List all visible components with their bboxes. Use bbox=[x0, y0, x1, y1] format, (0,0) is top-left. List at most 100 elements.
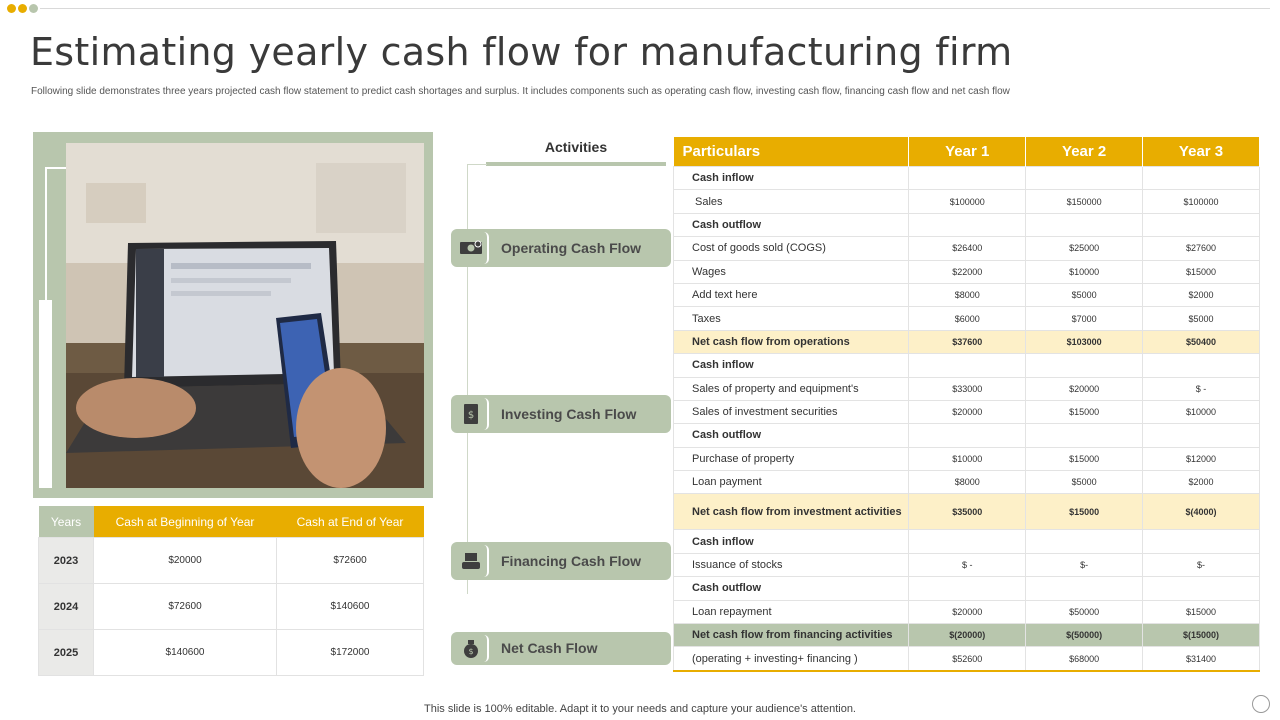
document-dollar-icon: $ bbox=[454, 398, 489, 430]
year2-cell: $- bbox=[1025, 552, 1144, 578]
year2-cell: $15000 bbox=[1025, 446, 1144, 472]
years-header: Years bbox=[38, 506, 94, 538]
year2-cell: $50000 bbox=[1025, 599, 1144, 625]
year1-cell: $22000 bbox=[908, 259, 1027, 284]
year3-cell: $10000 bbox=[1142, 399, 1260, 425]
top-divider bbox=[40, 8, 1270, 9]
activities-connector-tick bbox=[467, 164, 487, 165]
year1-cell: $ - bbox=[908, 552, 1027, 578]
activity-label: Investing Cash Flow bbox=[501, 406, 637, 422]
year2-cell: $20000 bbox=[1025, 376, 1144, 401]
activity-financing-cash-flow: Financing Cash Flow bbox=[451, 542, 671, 580]
cash-beginning-cell: $140600 bbox=[93, 629, 277, 676]
table-row: Sales $100000 $150000 $100000 bbox=[672, 189, 1260, 214]
year2-cell bbox=[1025, 212, 1144, 238]
year2-cell bbox=[1025, 165, 1144, 191]
years-summary-table: Years Cash at Beginning of Year Cash at … bbox=[38, 506, 424, 676]
particular-cell: Cash outflow bbox=[672, 423, 910, 448]
particular-cell: (operating + investing+ financing ) bbox=[672, 646, 910, 672]
table-row: Net cash flow from operations $37600 $1030… bbox=[672, 329, 1260, 355]
year2-cell: $5000 bbox=[1025, 470, 1144, 495]
table-row: 2025 $140600 $172000 bbox=[38, 629, 424, 676]
table-row: Add text here $8000 $5000 $2000 bbox=[672, 282, 1260, 308]
table-row: Cost of goods sold (COGS) $26400 $25000 $27… bbox=[672, 236, 1260, 261]
year1-cell bbox=[908, 423, 1027, 448]
table-row: Loan payment $8000 $5000 $2000 bbox=[672, 470, 1260, 495]
year1-header: Year 1 bbox=[908, 137, 1027, 167]
particular-cell: Net cash flow from operations bbox=[672, 329, 910, 355]
year1-cell: $52600 bbox=[908, 646, 1027, 672]
table-row: Cash inflow bbox=[672, 165, 1260, 191]
cash-beginning-cell: $72600 bbox=[93, 583, 277, 630]
cash-end-header: Cash at End of Year bbox=[276, 506, 424, 538]
table-row: Cash outflow bbox=[672, 576, 1260, 601]
year1-cell: $8000 bbox=[908, 470, 1027, 495]
particular-cell: Sales of investment securities bbox=[672, 399, 910, 425]
table-row: Cash outflow bbox=[672, 212, 1260, 238]
particulars-header: Particulars bbox=[673, 137, 910, 167]
table-row: Cash inflow bbox=[672, 353, 1260, 378]
particular-cell: Net cash flow from financing activities bbox=[672, 623, 910, 648]
year3-cell bbox=[1142, 353, 1260, 378]
cash-flow-table: Particulars Year 1 Year 2 Year 3 Cash in… bbox=[672, 137, 1260, 672]
table-row: Issuance of stocks $ - $- $- bbox=[672, 552, 1260, 578]
year-cell: 2024 bbox=[38, 583, 94, 630]
activity-label: Financing Cash Flow bbox=[501, 553, 642, 569]
year-cell: 2023 bbox=[38, 537, 94, 584]
year1-cell: $33000 bbox=[908, 376, 1027, 401]
cash-end-cell: $172000 bbox=[276, 629, 424, 676]
year3-header: Year 3 bbox=[1142, 137, 1260, 167]
activity-label: Operating Cash Flow bbox=[501, 240, 642, 256]
particular-cell: Issuance of stocks bbox=[672, 552, 910, 578]
year3-cell bbox=[1142, 529, 1260, 554]
year1-cell: $8000 bbox=[908, 282, 1027, 308]
table-row: Wages $22000 $10000 $15000 bbox=[672, 259, 1260, 284]
table-row: Sales of investment securities $20000 $150… bbox=[672, 399, 1260, 425]
year1-cell: $10000 bbox=[908, 446, 1027, 472]
activity-label: Net Cash Flow bbox=[501, 640, 598, 656]
year1-cell: $100000 bbox=[908, 189, 1027, 214]
year3-cell: $5000 bbox=[1142, 306, 1260, 331]
year2-cell: $68000 bbox=[1025, 646, 1144, 672]
cash-beginning-cell: $20000 bbox=[93, 537, 277, 584]
year3-cell: $50400 bbox=[1142, 329, 1260, 355]
particular-cell: Net cash flow from investment activities bbox=[672, 493, 910, 531]
year2-cell: $15000 bbox=[1025, 493, 1144, 531]
activity-investing-cash-flow: $ Investing Cash Flow bbox=[451, 395, 671, 433]
cash-beginning-header: Cash at Beginning of Year bbox=[93, 506, 277, 538]
year2-cell: $150000 bbox=[1025, 189, 1144, 214]
year2-cell: $5000 bbox=[1025, 282, 1144, 308]
particular-cell: Add text here bbox=[672, 282, 910, 308]
particular-cell: Loan payment bbox=[672, 470, 910, 495]
cash-icon bbox=[454, 232, 489, 264]
particular-cell: Cash inflow bbox=[672, 353, 910, 378]
year3-cell: $12000 bbox=[1142, 446, 1260, 472]
year3-cell: $100000 bbox=[1142, 189, 1260, 214]
year1-cell bbox=[908, 576, 1027, 601]
year3-cell bbox=[1142, 165, 1260, 191]
activities-underline bbox=[486, 162, 666, 166]
year3-cell: $2000 bbox=[1142, 282, 1260, 308]
particular-cell: Purchase of property bbox=[672, 446, 910, 472]
activities-title: Activities bbox=[544, 139, 608, 155]
year2-cell: $10000 bbox=[1025, 259, 1144, 284]
page-title: Estimating yearly cash flow for manufact… bbox=[30, 30, 1013, 74]
particular-cell: Cost of goods sold (COGS) bbox=[672, 236, 910, 261]
particular-cell: Sales bbox=[672, 189, 910, 214]
table-row: 2023 $20000 $72600 bbox=[38, 537, 424, 584]
year2-cell bbox=[1025, 353, 1144, 378]
window-dot-2 bbox=[18, 4, 27, 13]
particular-cell: Cash outflow bbox=[672, 576, 910, 601]
table-row: Loan repayment $20000 $50000 $15000 bbox=[672, 599, 1260, 625]
year2-cell: $15000 bbox=[1025, 399, 1144, 425]
svg-text:$: $ bbox=[467, 410, 473, 421]
year3-cell bbox=[1142, 423, 1260, 448]
particular-cell: Wages bbox=[672, 259, 910, 284]
window-dot-3 bbox=[29, 4, 38, 13]
year3-cell: $15000 bbox=[1142, 599, 1260, 625]
year1-cell: $35000 bbox=[908, 493, 1027, 531]
year1-cell bbox=[908, 353, 1027, 378]
particular-cell: Taxes bbox=[672, 306, 910, 331]
year3-cell: $(4000) bbox=[1142, 493, 1260, 531]
year1-cell: $(20000) bbox=[908, 623, 1027, 648]
